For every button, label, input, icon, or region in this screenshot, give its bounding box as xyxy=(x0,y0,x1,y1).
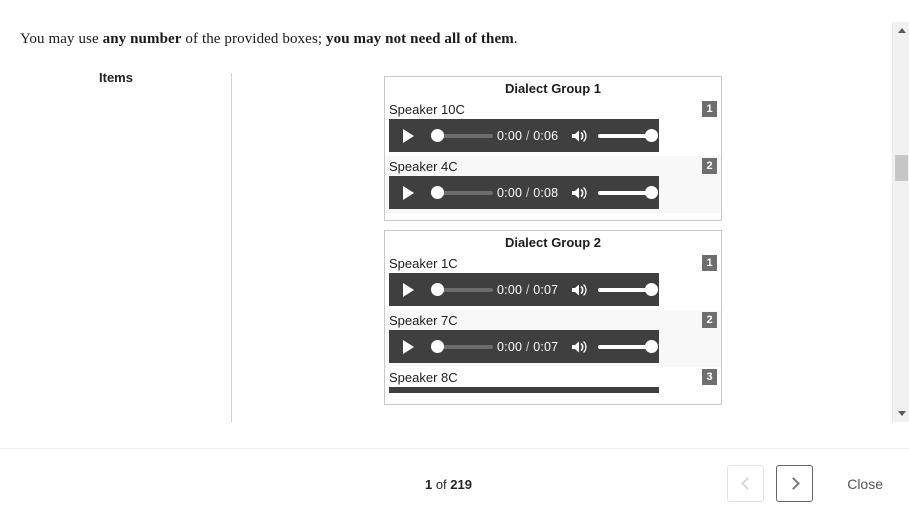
volume-slider[interactable] xyxy=(596,330,659,363)
items-column: Items xyxy=(0,70,232,85)
chevron-left-icon xyxy=(740,477,754,490)
audio-player[interactable] xyxy=(389,387,659,393)
speaker-row[interactable]: Speaker 7C 2 0:00 / 0:07 xyxy=(385,310,721,367)
dialect-group-title: Dialect Group 1 xyxy=(504,81,602,96)
previous-button[interactable] xyxy=(727,465,764,502)
speaker-order-badge: 1 xyxy=(702,101,717,117)
duration: 0:07 xyxy=(533,339,559,354)
speaker-row[interactable]: Speaker 1C 1 0:00 / 0:07 xyxy=(385,253,721,310)
speaker-label: Speaker 8C xyxy=(389,370,458,385)
items-column-title: Items xyxy=(99,70,133,85)
page-total: 219 xyxy=(450,477,472,492)
audio-player[interactable]: 0:00 / 0:06 xyxy=(389,119,659,152)
page-of-label: of xyxy=(432,477,451,492)
seek-slider[interactable] xyxy=(427,330,497,363)
volume-icon[interactable] xyxy=(570,338,590,356)
current-time: 0:00 xyxy=(497,128,523,143)
speaker-label: Speaker 10C xyxy=(389,102,465,117)
speaker-row[interactable]: Speaker 4C 2 0:00 / 0:08 xyxy=(385,156,721,213)
content-scroll-viewport[interactable]: Items Dialect Group 1 Speaker 10C 1 0:00… xyxy=(0,22,880,422)
duration: 0:07 xyxy=(533,282,559,297)
chevron-down-icon[interactable] xyxy=(893,405,909,422)
footer-divider xyxy=(0,448,909,449)
audio-player[interactable]: 0:00 / 0:07 xyxy=(389,330,659,363)
speaker-row[interactable]: Speaker 10C 1 0:00 / 0:06 xyxy=(385,99,721,156)
current-time: 0:00 xyxy=(497,282,523,297)
speaker-label: Speaker 4C xyxy=(389,159,458,174)
play-icon[interactable] xyxy=(389,330,427,363)
volume-slider[interactable] xyxy=(596,273,659,306)
time-display: 0:00 / 0:06 xyxy=(497,129,558,143)
time-separator: / xyxy=(525,282,530,297)
next-button[interactable] xyxy=(776,465,813,502)
time-display: 0:00 / 0:07 xyxy=(497,340,558,354)
speaker-order-badge: 2 xyxy=(702,158,717,174)
speaker-order-badge: 1 xyxy=(702,255,717,271)
speaker-order-badge: 2 xyxy=(702,312,717,328)
speaker-order-badge: 3 xyxy=(702,369,717,385)
time-separator: / xyxy=(525,185,530,200)
volume-slider[interactable] xyxy=(596,176,659,209)
vertical-scrollbar[interactable] xyxy=(892,22,909,422)
time-display: 0:00 / 0:07 xyxy=(497,283,558,297)
play-icon[interactable] xyxy=(389,119,427,152)
scrollbar-thumb[interactable] xyxy=(895,155,908,181)
speaker-label: Speaker 7C xyxy=(389,313,458,328)
duration: 0:06 xyxy=(533,128,559,143)
dialect-group-title: Dialect Group 2 xyxy=(504,235,602,250)
duration: 0:08 xyxy=(533,185,559,200)
volume-icon[interactable] xyxy=(570,281,590,299)
play-icon[interactable] xyxy=(389,176,427,209)
chevron-right-icon xyxy=(786,477,800,490)
audio-player[interactable]: 0:00 / 0:08 xyxy=(389,176,659,209)
play-icon[interactable] xyxy=(389,273,427,306)
time-separator: / xyxy=(525,339,530,354)
time-display: 0:00 / 0:08 xyxy=(497,186,558,200)
current-time: 0:00 xyxy=(497,185,523,200)
dialect-group-box[interactable]: Dialect Group 1 Speaker 10C 1 0:00 / 0:0… xyxy=(384,76,722,221)
close-button[interactable]: Close xyxy=(847,476,883,492)
seek-slider[interactable] xyxy=(427,119,497,152)
dialect-groups-container: Dialect Group 1 Speaker 10C 1 0:00 / 0:0… xyxy=(384,76,722,414)
audio-grouping-page: You may use any number of the provided b… xyxy=(0,0,909,514)
speaker-row[interactable]: Speaker 8C 3 xyxy=(385,367,721,397)
speaker-label: Speaker 1C xyxy=(389,256,458,271)
column-divider xyxy=(231,73,232,422)
audio-player[interactable]: 0:00 / 0:07 xyxy=(389,273,659,306)
dialect-group-box[interactable]: Dialect Group 2 Speaker 1C 1 0:00 / 0:07 xyxy=(384,230,722,405)
current-time: 0:00 xyxy=(497,339,523,354)
seek-slider[interactable] xyxy=(427,176,497,209)
seek-slider[interactable] xyxy=(427,273,497,306)
time-separator: / xyxy=(525,128,530,143)
chevron-up-icon[interactable] xyxy=(893,22,909,39)
volume-icon[interactable] xyxy=(570,184,590,202)
volume-slider[interactable] xyxy=(596,119,659,152)
volume-icon[interactable] xyxy=(570,127,590,145)
pagination-controls xyxy=(727,465,813,502)
